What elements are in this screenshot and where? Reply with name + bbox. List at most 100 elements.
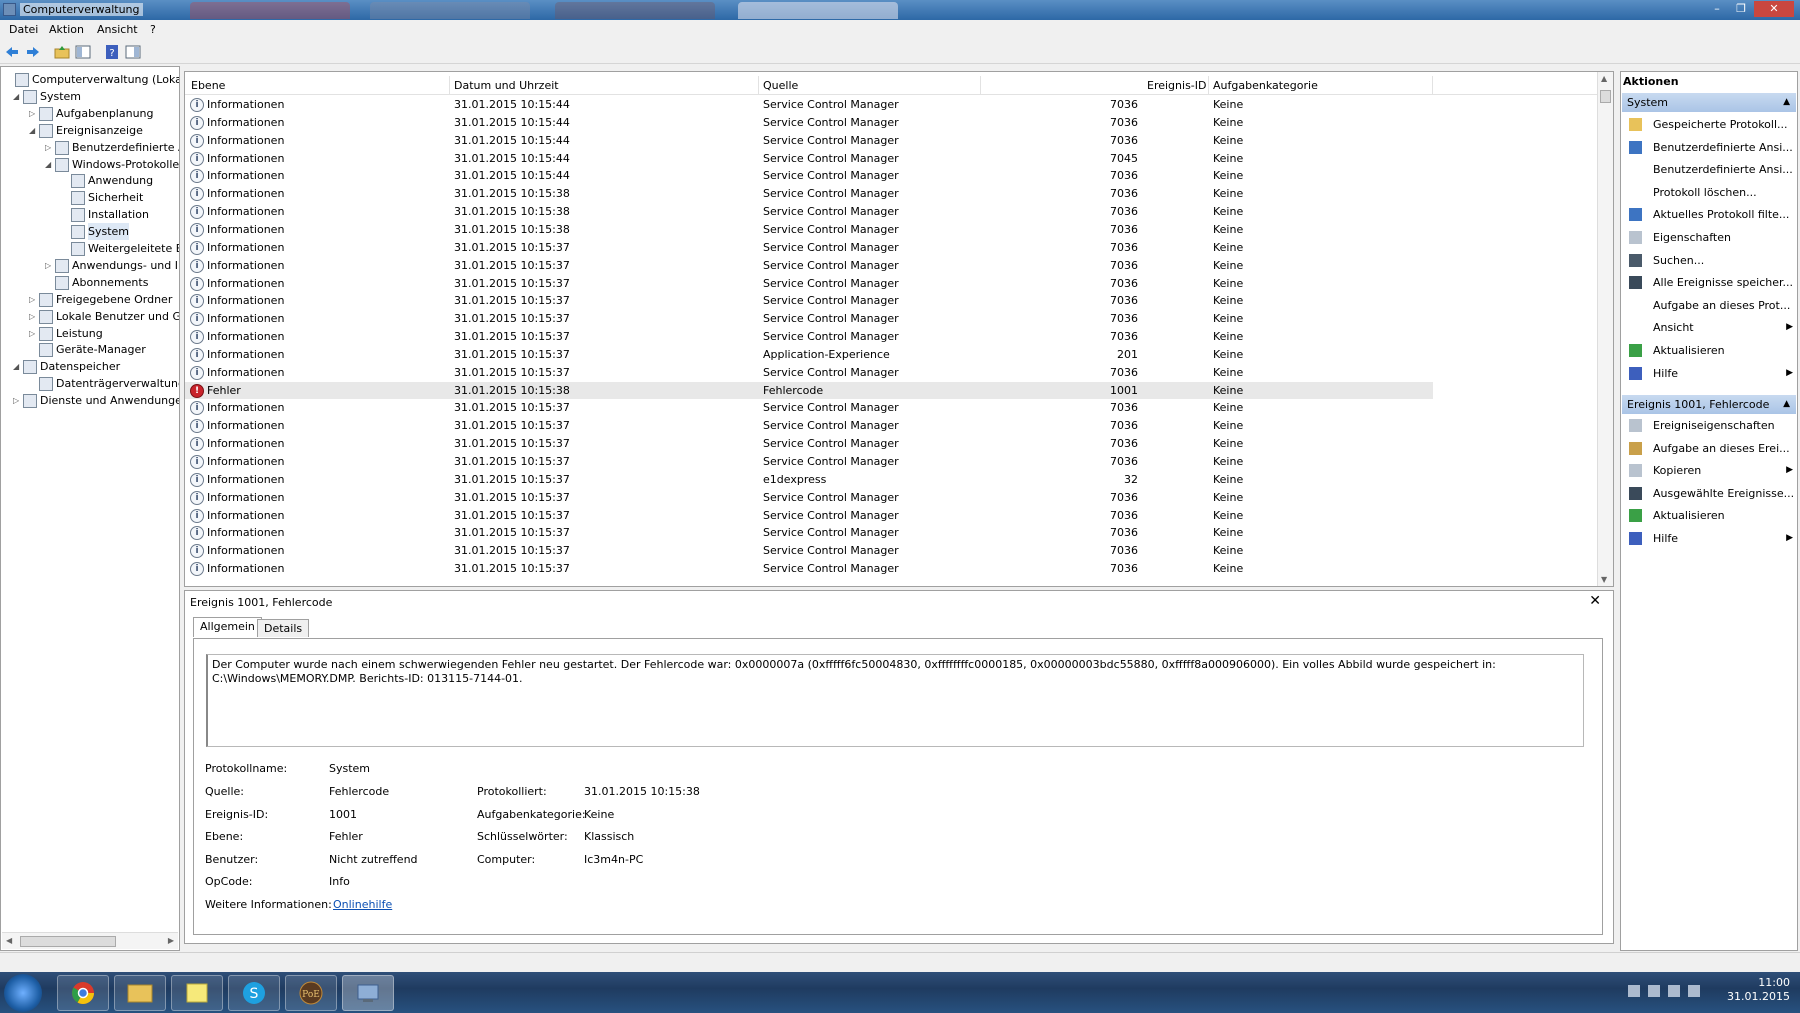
event-row[interactable]: i Informationen 31.01.2015 10:15:37 Service… bbox=[185, 328, 1599, 346]
event-row[interactable]: i Informationen 31.01.2015 10:15:44 Service… bbox=[185, 150, 1599, 168]
menu-datei[interactable]: Datei bbox=[9, 23, 38, 36]
console-tree-icon[interactable] bbox=[75, 44, 91, 60]
expand-arrow-icon[interactable]: ▷ bbox=[29, 109, 37, 118]
network-icon[interactable] bbox=[1668, 985, 1680, 997]
column-header-event-id[interactable]: Ereignis-ID bbox=[1147, 79, 1206, 92]
action-item[interactable]: Suchen... bbox=[1622, 251, 1796, 270]
expand-arrow-icon[interactable]: ▷ bbox=[45, 143, 53, 152]
expand-arrow-icon[interactable]: ▷ bbox=[45, 261, 53, 270]
expand-arrow-icon[interactable]: ▷ bbox=[29, 329, 37, 338]
event-row[interactable]: i Informationen 31.01.2015 10:15:38 Service… bbox=[185, 185, 1599, 203]
chrome-taskbar-icon[interactable] bbox=[57, 975, 109, 1011]
scroll-down-icon[interactable]: ▼ bbox=[1601, 575, 1607, 584]
column-header-level[interactable]: Ebene bbox=[191, 79, 225, 92]
event-row[interactable]: i Informationen 31.01.2015 10:15:37 Service… bbox=[185, 542, 1599, 560]
event-row[interactable]: i Informationen 31.01.2015 10:15:37 Service… bbox=[185, 453, 1599, 471]
menu-ansicht[interactable]: Ansicht bbox=[97, 23, 138, 36]
event-row[interactable]: i Informationen 31.01.2015 10:15:37 Service… bbox=[185, 524, 1599, 542]
action-item[interactable]: Aktuelles Protokoll filte... bbox=[1622, 205, 1796, 224]
maximize-button[interactable]: ❐ bbox=[1730, 1, 1752, 17]
event-row[interactable]: i Informationen 31.01.2015 10:15:38 Service… bbox=[185, 221, 1599, 239]
event-row[interactable]: i Informationen 31.01.2015 10:15:37 Service… bbox=[185, 399, 1599, 417]
event-row[interactable]: i Informationen 31.01.2015 10:15:37 Service… bbox=[185, 257, 1599, 275]
collapse-arrow-icon[interactable]: ◢ bbox=[45, 160, 53, 169]
start-button[interactable] bbox=[4, 974, 42, 1012]
action-item[interactable]: Hilfe ▶ bbox=[1622, 529, 1796, 548]
action-item[interactable]: Hilfe ▶ bbox=[1622, 364, 1796, 383]
action-item[interactable]: Ausgewählte Ereignisse... bbox=[1622, 484, 1796, 503]
event-row[interactable]: i Informationen 31.01.2015 10:15:37 Service… bbox=[185, 417, 1599, 435]
minimize-button[interactable]: – bbox=[1706, 1, 1728, 17]
action-item[interactable]: Benutzerdefinierte Ansi... bbox=[1622, 138, 1796, 157]
column-header-category[interactable]: Aufgabenkategorie bbox=[1213, 79, 1318, 92]
event-row[interactable]: i Informationen 31.01.2015 10:15:44 Service… bbox=[185, 114, 1599, 132]
action-item[interactable]: Kopieren ▶ bbox=[1622, 461, 1796, 480]
clock[interactable]: 11:00 31.01.2015 bbox=[1727, 976, 1790, 1004]
event-row[interactable]: i Informationen 31.01.2015 10:15:37 Applica… bbox=[185, 346, 1599, 364]
back-arrow-icon[interactable] bbox=[4, 44, 20, 60]
event-row[interactable]: i Informationen 31.01.2015 10:15:37 Service… bbox=[185, 292, 1599, 310]
tab-details[interactable]: Details bbox=[257, 619, 310, 637]
event-row[interactable]: i Informationen 31.01.2015 10:15:37 Service… bbox=[185, 560, 1599, 578]
action-item[interactable]: Gespeicherte Protokoll... bbox=[1622, 115, 1796, 134]
event-row[interactable]: i Informationen 31.01.2015 10:15:38 Service… bbox=[185, 203, 1599, 221]
event-row[interactable]: i Informationen 31.01.2015 10:15:44 Service… bbox=[185, 167, 1599, 185]
event-row[interactable]: i Informationen 31.01.2015 10:15:44 Service… bbox=[185, 96, 1599, 114]
game-taskbar-icon[interactable]: PoE bbox=[285, 975, 337, 1011]
expand-arrow-icon[interactable]: ▷ bbox=[29, 295, 37, 304]
tab-allgemein[interactable]: Allgemein bbox=[193, 617, 262, 637]
action-item[interactable]: Alle Ereignisse speicher... bbox=[1622, 273, 1796, 292]
collapse-arrow-icon[interactable]: ◢ bbox=[13, 92, 21, 101]
action-item[interactable]: Ereigniseigenschaften bbox=[1622, 416, 1796, 435]
event-row[interactable]: ! Fehler 31.01.2015 10:15:38 Fehlercode 1001… bbox=[185, 381, 1433, 400]
help-icon[interactable]: ? bbox=[104, 44, 120, 60]
close-icon[interactable]: ✕ bbox=[1589, 593, 1601, 609]
menu-help[interactable]: ? bbox=[150, 23, 156, 36]
actions-section-event[interactable]: Ereignis 1001, Fehlercode ▲ bbox=[1622, 395, 1796, 414]
scroll-right-icon[interactable]: ▶ bbox=[168, 936, 174, 945]
tree-horizontal-scrollbar[interactable]: ◀ ▶ bbox=[2, 932, 178, 949]
event-row[interactable]: i Informationen 31.01.2015 10:15:37 e1dexpr… bbox=[185, 471, 1599, 489]
event-list-scrollbar[interactable]: ▲ ▼ bbox=[1597, 72, 1613, 586]
action-item[interactable]: Ansicht ▶ bbox=[1622, 318, 1796, 337]
action-center-flag-icon[interactable] bbox=[1648, 985, 1660, 997]
action-item[interactable]: Eigenschaften bbox=[1622, 228, 1796, 247]
scroll-left-icon[interactable]: ◀ bbox=[6, 936, 12, 945]
event-row[interactable]: i Informationen 31.01.2015 10:15:37 Service… bbox=[185, 310, 1599, 328]
action-pane-icon[interactable] bbox=[125, 44, 141, 60]
forward-arrow-icon[interactable] bbox=[25, 44, 41, 60]
scrollbar-thumb[interactable] bbox=[1600, 90, 1611, 103]
up-folder-icon[interactable] bbox=[54, 44, 70, 60]
event-row[interactable]: i Informationen 31.01.2015 10:15:37 Service… bbox=[185, 275, 1599, 293]
show-hidden-icons-icon[interactable] bbox=[1628, 985, 1640, 997]
action-item[interactable]: Aufgabe an dieses Erei... bbox=[1622, 439, 1796, 458]
computer-management-taskbar-icon[interactable] bbox=[342, 975, 394, 1011]
sticky-notes-taskbar-icon[interactable] bbox=[171, 975, 223, 1011]
event-row[interactable]: i Informationen 31.01.2015 10:15:37 Service… bbox=[185, 489, 1599, 507]
collapse-arrow-icon[interactable]: ◢ bbox=[29, 126, 37, 135]
expand-arrow-icon[interactable]: ▷ bbox=[29, 312, 37, 321]
action-item[interactable]: Aktualisieren bbox=[1622, 341, 1796, 360]
column-header-datetime[interactable]: Datum und Uhrzeit bbox=[454, 79, 559, 92]
column-header-source[interactable]: Quelle bbox=[763, 79, 798, 92]
action-item[interactable]: Protokoll löschen... bbox=[1622, 183, 1796, 202]
volume-icon[interactable] bbox=[1688, 985, 1700, 997]
action-item[interactable]: Aufgabe an dieses Prot... bbox=[1622, 296, 1796, 315]
event-row[interactable]: i Informationen 31.01.2015 10:15:37 Service… bbox=[185, 364, 1599, 382]
event-message[interactable]: Der Computer wurde nach einem schwerwieg… bbox=[206, 654, 1584, 747]
expand-arrow-icon[interactable]: ▷ bbox=[13, 396, 21, 405]
collapse-arrow-icon[interactable]: ◢ bbox=[13, 362, 21, 371]
collapse-icon[interactable]: ▲ bbox=[1783, 93, 1790, 112]
close-window-button[interactable]: ✕ bbox=[1754, 1, 1794, 17]
event-row[interactable]: i Informationen 31.01.2015 10:15:44 Service… bbox=[185, 132, 1599, 150]
menu-aktion[interactable]: Aktion bbox=[49, 23, 84, 36]
event-row[interactable]: i Informationen 31.01.2015 10:15:37 Service… bbox=[185, 239, 1599, 257]
action-item[interactable]: Aktualisieren bbox=[1622, 506, 1796, 525]
skype-taskbar-icon[interactable]: S bbox=[228, 975, 280, 1011]
event-row[interactable]: i Informationen 31.01.2015 10:15:37 Service… bbox=[185, 435, 1599, 453]
actions-section-system[interactable]: System ▲ bbox=[1622, 93, 1796, 112]
action-item[interactable]: Benutzerdefinierte Ansi... bbox=[1622, 160, 1796, 179]
explorer-taskbar-icon[interactable] bbox=[114, 975, 166, 1011]
scroll-up-icon[interactable]: ▲ bbox=[1601, 74, 1607, 83]
onlinehilfe-link[interactable]: Onlinehilfe bbox=[333, 898, 392, 911]
